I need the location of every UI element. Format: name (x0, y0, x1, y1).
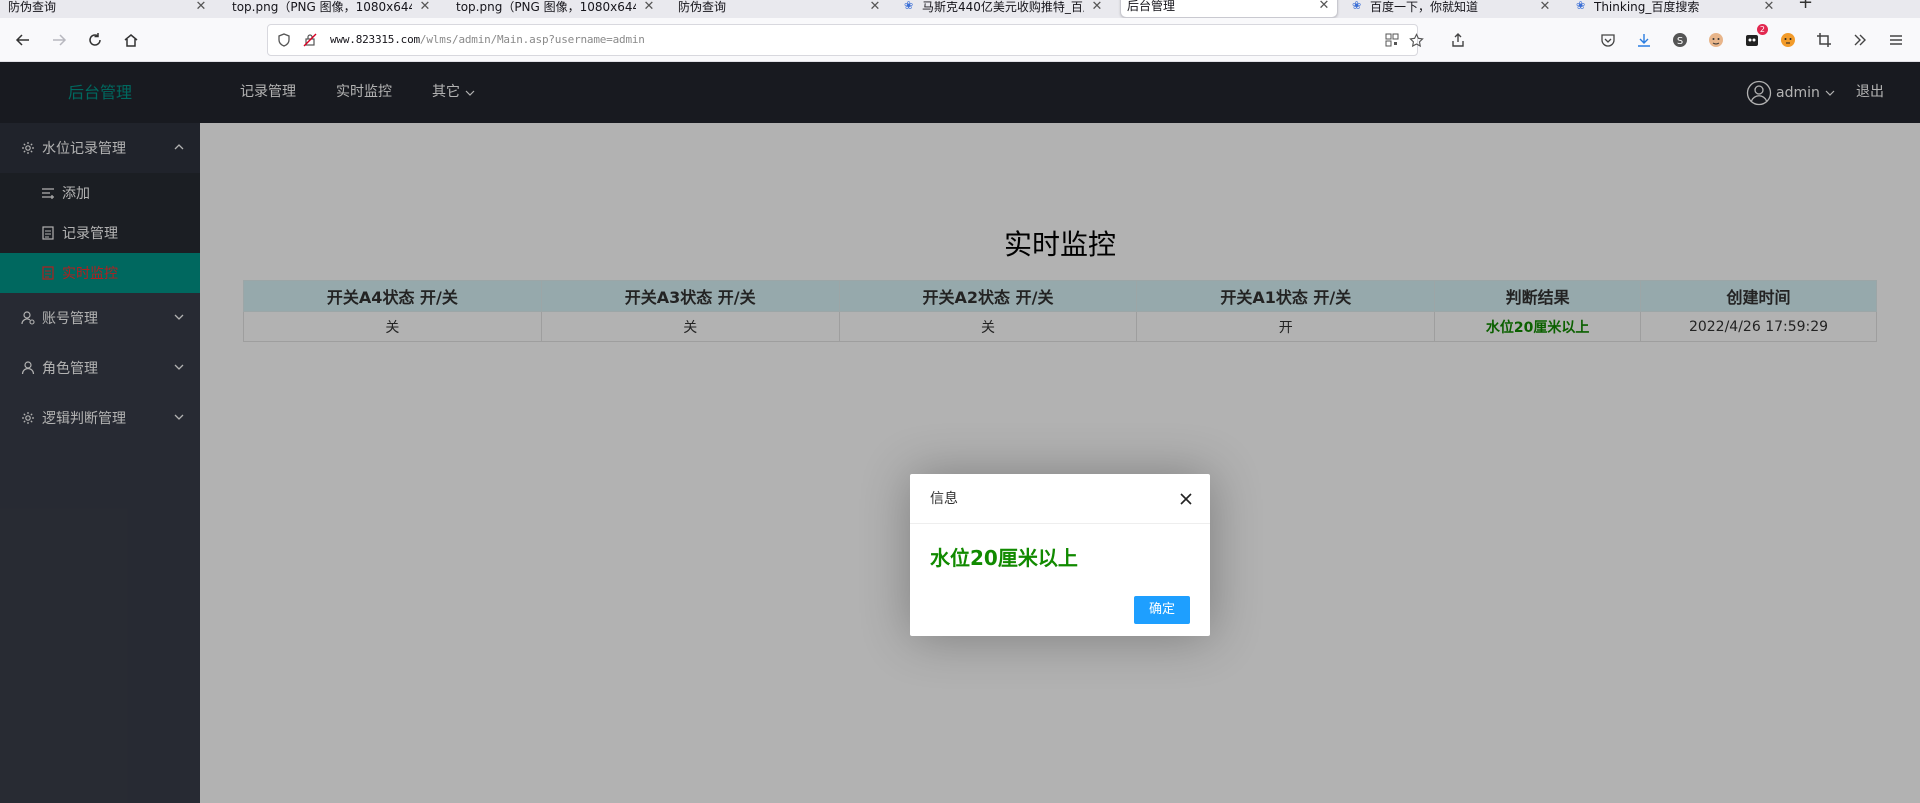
tab-title: 后台管理 (1127, 0, 1176, 13)
browser-tab[interactable]: ❀ 百度一下，你就知道 ✕ (1352, 0, 1552, 18)
tab-title: 马斯克440亿美元收购推特_百度 (922, 0, 1084, 14)
url-host: www.823315.com (330, 33, 420, 46)
browser-tab[interactable]: 防伪查询 ✕ (8, 0, 208, 18)
close-icon[interactable]: ✕ (1317, 0, 1331, 13)
paw-icon: ❀ (1352, 0, 1362, 12)
extension-s-icon[interactable]: S (1668, 28, 1692, 52)
qr-code-icon[interactable] (1384, 32, 1400, 48)
shield-icon[interactable] (276, 32, 292, 48)
tab-title: Thinking_百度搜索 (1594, 0, 1700, 14)
home-icon (124, 34, 138, 47)
browser-tab[interactable]: ❀ 马斯克440亿美元收购推特_百度 ✕ (904, 0, 1104, 18)
forward-button[interactable] (47, 28, 71, 52)
reload-icon (89, 33, 101, 46)
overflow-chevrons-icon[interactable] (1848, 28, 1872, 52)
modal-backdrop[interactable] (0, 62, 1920, 803)
extension-monkey-icon[interactable] (1704, 28, 1728, 52)
paw-icon: ❀ (904, 0, 914, 12)
dialog-title: 信息 (910, 474, 1210, 524)
svg-text:S: S (1677, 36, 1683, 47)
browser-tab[interactable]: ❀ Thinking_百度搜索 ✕ (1576, 0, 1776, 18)
close-icon[interactable]: ✕ (194, 0, 208, 14)
url-bar[interactable]: www.823315.com/wlms/admin/Main.asp?usern… (267, 24, 1424, 56)
close-icon[interactable] (1178, 491, 1194, 507)
pocket-icon[interactable] (1596, 28, 1620, 52)
tab-title: top.png（PNG 图像，1080x644 像素） (232, 0, 412, 14)
browser-tab[interactable]: top.png（PNG 图像，1080x644 像素） ✕ (232, 0, 432, 18)
insecure-lock-icon[interactable] (302, 32, 318, 48)
share-icon[interactable] (1446, 28, 1470, 52)
star-icon[interactable] (1408, 32, 1424, 48)
back-button[interactable] (11, 28, 35, 52)
extension-tiger-icon[interactable] (1776, 28, 1800, 52)
new-tab-button[interactable]: + (1798, 0, 1813, 13)
close-icon[interactable]: ✕ (1762, 0, 1776, 14)
close-icon[interactable]: ✕ (1538, 0, 1552, 14)
home-button[interactable] (119, 28, 143, 52)
url-text[interactable]: www.823315.com/wlms/admin/Main.asp?usern… (330, 33, 645, 46)
crop-icon[interactable] (1812, 28, 1836, 52)
browser-tab[interactable]: 防伪查询 ✕ (678, 0, 882, 18)
paw-icon: ❀ (1576, 0, 1586, 12)
browser-tab[interactable]: top.png（PNG 图像，1080x644 像素） ✕ (456, 0, 656, 18)
dialog-message: 水位20厘米以上 (930, 546, 1078, 570)
close-icon[interactable]: ✕ (642, 0, 656, 14)
arrow-right-icon (53, 34, 67, 46)
notification-badge: 2 (1756, 24, 1768, 35)
reload-button[interactable] (83, 28, 107, 52)
download-icon[interactable] (1632, 28, 1656, 52)
browser-tab-strip: 防伪查询 ✕ top.png（PNG 图像，1080x644 像素） ✕ top… (0, 0, 1920, 18)
browser-tab-active[interactable]: 后台管理 ✕ (1120, 0, 1338, 18)
tab-title: top.png（PNG 图像，1080x644 像素） (456, 0, 636, 14)
extension-badge-icon[interactable]: 2 (1740, 24, 1768, 52)
tab-title: 百度一下，你就知道 (1370, 0, 1479, 14)
browser-nav-bar: www.823315.com/wlms/admin/Main.asp?usern… (0, 18, 1920, 62)
confirm-button[interactable]: 确定 (1133, 596, 1190, 624)
info-dialog: 信息 水位20厘米以上 确定 (910, 474, 1210, 636)
close-icon[interactable]: ✕ (418, 0, 432, 14)
tab-title: 防伪查询 (8, 0, 57, 14)
arrow-left-icon (15, 34, 29, 46)
close-icon[interactable]: ✕ (868, 0, 882, 14)
close-icon[interactable]: ✕ (1090, 0, 1104, 14)
hamburger-menu-icon[interactable] (1884, 28, 1908, 52)
url-path: /wlms/admin/Main.asp?username=admin (419, 33, 645, 46)
tab-title: 防伪查询 (678, 0, 727, 14)
